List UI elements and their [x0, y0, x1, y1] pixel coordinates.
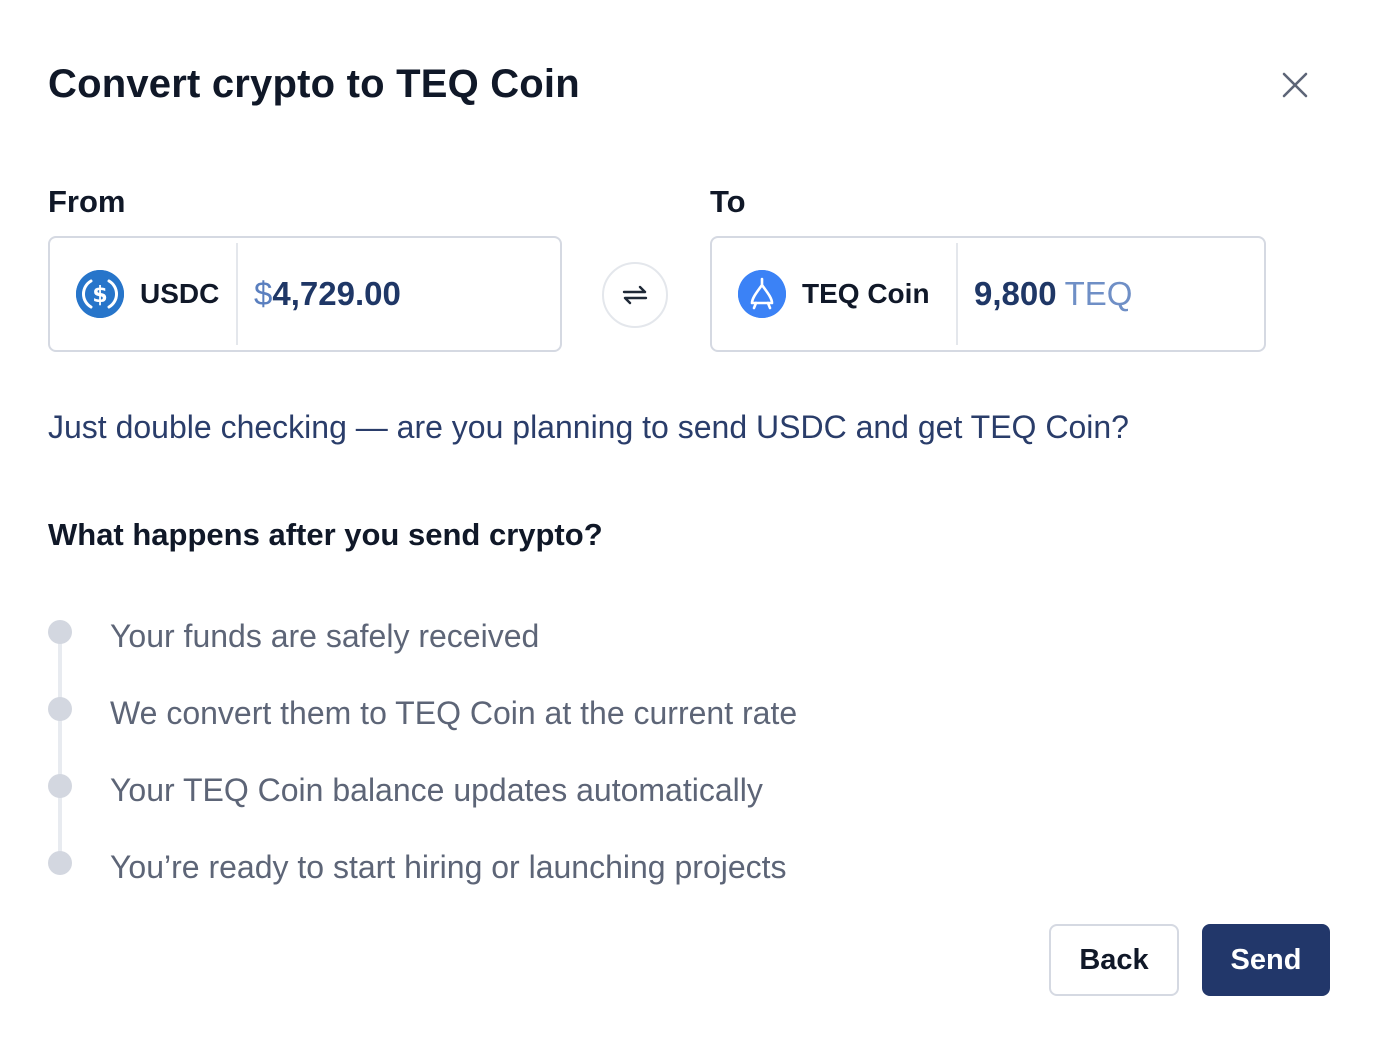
svg-text:$: $ — [92, 283, 107, 308]
step-text: You’re ready to start hiring or launchin… — [110, 849, 787, 885]
from-amount-field[interactable]: $ USDC $4,729.00 — [48, 236, 562, 352]
close-button[interactable] — [1272, 62, 1318, 108]
close-icon — [1282, 72, 1308, 98]
step-dot — [48, 620, 72, 644]
step-dot — [48, 774, 72, 798]
back-button[interactable]: Back — [1049, 924, 1179, 996]
convert-dialog: Convert crypto to TEQ Coin From To $ USD… — [0, 0, 1378, 1044]
to-amount[interactable]: 9,800 TEQ — [958, 275, 1132, 313]
from-amount-value: 4,729.00 — [272, 275, 401, 312]
to-amount-unit: TEQ — [1064, 275, 1133, 312]
to-amount-value: 9,800 — [974, 275, 1057, 312]
process-step: You’re ready to start hiring or launchin… — [48, 843, 948, 891]
to-coin-name: TEQ Coin — [802, 278, 930, 309]
step-text: We convert them to TEQ Coin at the curre… — [110, 695, 798, 731]
swap-arrows-icon — [622, 285, 648, 305]
confirmation-text: Just double checking — are you planning … — [48, 409, 1129, 445]
process-step: We convert them to TEQ Coin at the curre… — [48, 689, 948, 737]
process-step: Your funds are safely received — [48, 612, 948, 660]
step-text: Your TEQ Coin balance updates automatica… — [110, 772, 763, 808]
from-coin-name: USDC — [140, 278, 220, 309]
swap-button[interactable] — [602, 262, 668, 328]
currency-symbol: $ — [254, 275, 273, 312]
teq-coin-icon — [738, 270, 786, 318]
send-button[interactable]: Send — [1202, 924, 1330, 996]
dialog-title: Convert crypto to TEQ Coin — [48, 62, 580, 106]
usdc-icon: $ — [76, 270, 124, 318]
to-amount-field[interactable]: TEQ Coin 9,800 TEQ — [710, 236, 1266, 352]
step-dot — [48, 697, 72, 721]
steps-connector-line — [58, 626, 62, 858]
from-coin-selector[interactable]: $ USDC — [50, 238, 236, 350]
process-step: Your TEQ Coin balance updates automatica… — [48, 766, 948, 814]
process-heading: What happens after you send crypto? — [48, 517, 603, 552]
step-dot — [48, 851, 72, 875]
from-amount[interactable]: $4,729.00 — [238, 275, 401, 313]
to-label: To — [710, 184, 746, 219]
from-label: From — [48, 184, 126, 219]
step-text: Your funds are safely received — [110, 618, 540, 654]
to-coin-selector[interactable]: TEQ Coin — [712, 238, 956, 350]
process-steps: Your funds are safely received We conver… — [48, 608, 948, 885]
